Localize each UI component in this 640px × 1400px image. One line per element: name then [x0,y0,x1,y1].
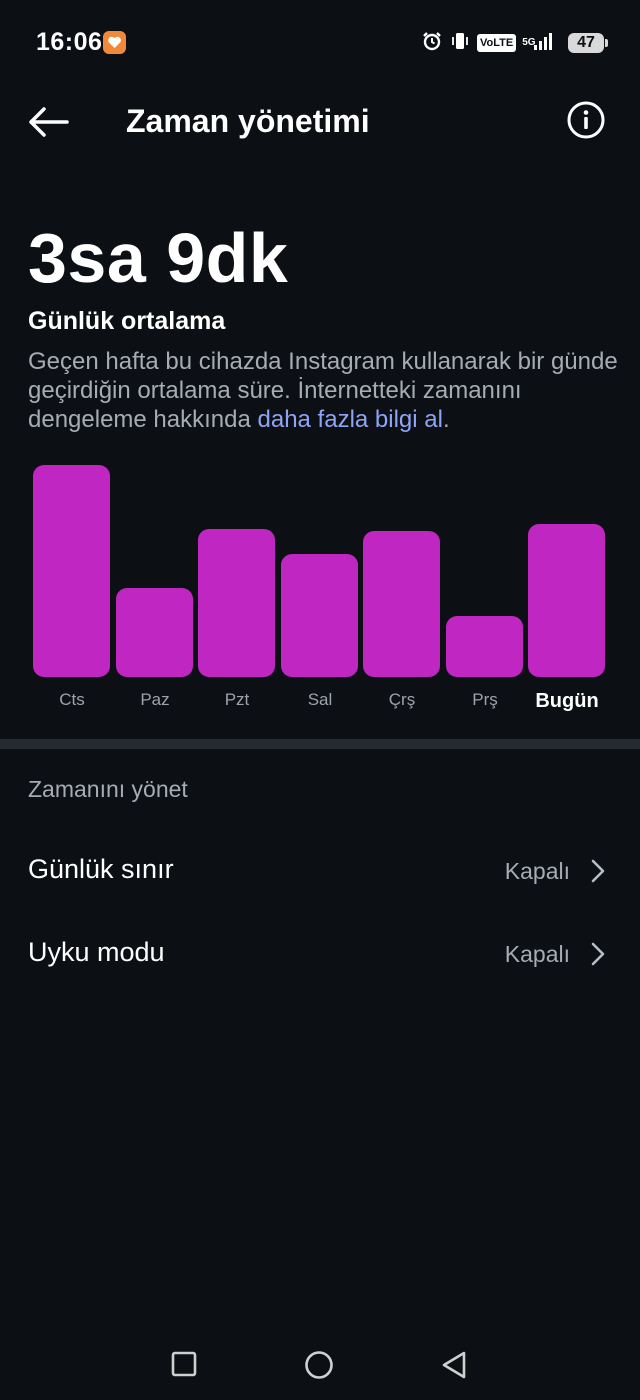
back-arrow-icon [26,107,70,146]
chart-day-label: Bugün [535,690,599,712]
chevron-right-icon [590,858,606,889]
sleep-mode-value: Kapalı [504,941,570,967]
sleep-mode-label: Uyku modu [28,937,165,967]
chart-bar-4[interactable] [281,554,358,677]
daily-limit-value: Kapalı [504,858,570,884]
page-title: Zaman yönetimi [126,103,370,139]
chart-bar-3[interactable] [198,529,275,677]
section-divider [0,739,640,749]
alarm-icon [421,30,443,57]
chart-day-label: Cts [59,690,85,709]
daily-limit-row[interactable]: Günlük sınır Kapalı [0,832,640,912]
description-end: . [442,406,450,433]
system-nav-bar [0,1330,640,1400]
info-button[interactable] [566,100,606,140]
chart-day-label: Prş [472,690,498,709]
top-app-bar: Zaman yönetimi [0,86,640,156]
chart-bar-1[interactable] [33,465,110,677]
daily-average-label: Günlük ortalama [28,307,226,335]
chart-bar-7[interactable] [528,524,605,677]
chart-day-label: Sal [307,690,333,709]
daily-average-time: 3sa 9dk [28,219,289,297]
5g-signal-icon: 5G [522,31,562,56]
weekly-usage-chart: Cts Paz Pzt Sal Çrş Prş Bugün [0,455,640,725]
daily-limit-label: Günlük sınır [28,854,174,884]
chart-bar-6[interactable] [446,616,523,677]
chart-day-label: Paz [140,690,170,709]
daily-average-description: Geçen hafta bu cihazda Instagram kullana… [28,347,618,434]
time-management-screen: 16:06 VoLTE 5G 47 Zaman yönetimi 3sa 9dk… [0,0,640,1400]
status-time: 16:06 [36,28,103,56]
learn-more-link[interactable]: daha fazla bilgi al [258,406,443,433]
recents-square-icon[interactable] [170,1350,198,1383]
back-button[interactable] [26,102,72,142]
chart-bar-5[interactable] [363,531,440,677]
chart-bar-2[interactable] [116,588,193,677]
status-icons: VoLTE 5G 47 [421,30,608,57]
chevron-right-icon [590,941,606,972]
info-icon [566,101,606,144]
heart-icon [103,31,126,54]
chart-day-label: Pzt [224,690,250,709]
vibrate-icon [449,30,471,57]
manage-section-title: Zamanını yönet [28,776,188,802]
home-circle-icon[interactable] [304,1350,334,1385]
volte-badge: VoLTE [477,34,517,52]
sleep-mode-row[interactable]: Uyku modu Kapalı [0,915,640,995]
back-triangle-icon[interactable] [440,1350,468,1385]
battery-icon: 47 [568,33,608,53]
status-bar: 16:06 VoLTE 5G 47 [0,0,640,86]
chart-day-label: Çrş [388,690,416,709]
